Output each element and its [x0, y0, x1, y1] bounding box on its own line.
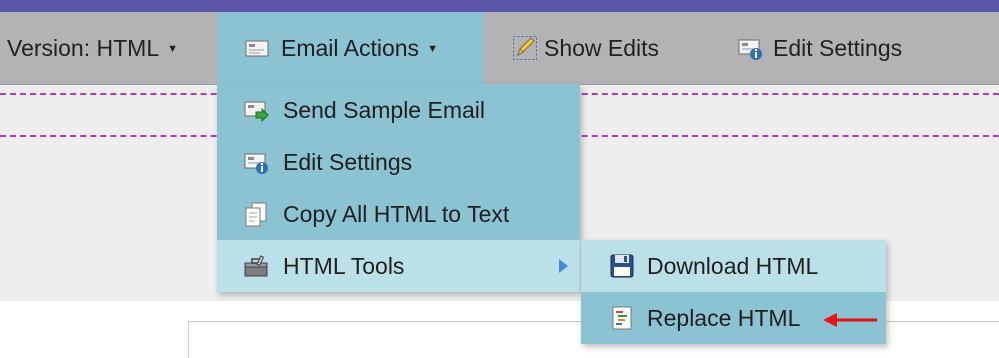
edit-settings-toolbar-button[interactable]: Edit Settings [737, 12, 902, 84]
annotation-arrow-icon [823, 313, 877, 327]
version-dropdown[interactable]: Version: HTML ▼ [7, 12, 178, 84]
menu-item-label: Copy All HTML to Text [283, 200, 510, 227]
email-actions-menu: Send Sample Email Edit Settings Copy All… [217, 84, 580, 292]
email-settings-icon [243, 149, 269, 175]
html-file-icon [609, 305, 635, 331]
version-label: Version: HTML [7, 34, 160, 61]
submenu-item-label: Replace HTML [647, 304, 801, 331]
chevron-down-icon: ▼ [427, 43, 438, 55]
menu-item-copy-all-html-to-text[interactable]: Copy All HTML to Text [217, 188, 580, 240]
email-icon [244, 35, 270, 61]
submenu-arrow-icon [559, 259, 568, 273]
show-edits-button[interactable]: Show Edits [512, 12, 659, 84]
send-email-icon [243, 97, 269, 123]
menu-item-label: Send Sample Email [283, 96, 485, 123]
toolbox-icon [243, 253, 269, 279]
top-accent-bar [0, 0, 999, 12]
menu-item-html-tools[interactable]: HTML Tools [217, 240, 580, 292]
submenu-item-label: Download HTML [647, 252, 819, 279]
edit-settings-label: Edit Settings [773, 34, 903, 61]
pencil-edit-icon [512, 35, 538, 61]
submenu-item-download-html[interactable]: Download HTML [581, 240, 886, 292]
menu-item-edit-settings[interactable]: Edit Settings [217, 136, 580, 188]
floppy-disk-icon [609, 253, 635, 279]
show-edits-label: Show Edits [544, 34, 660, 61]
email-actions-label: Email Actions [281, 34, 420, 61]
menu-item-send-sample-email[interactable]: Send Sample Email [217, 84, 580, 136]
email-actions-button[interactable]: Email Actions ▼ [217, 12, 483, 84]
menu-item-label: HTML Tools [283, 252, 405, 279]
menu-item-label: Edit Settings [283, 148, 413, 175]
chevron-down-icon: ▼ [167, 43, 178, 55]
copy-document-icon [243, 201, 269, 227]
email-settings-icon [737, 35, 763, 61]
